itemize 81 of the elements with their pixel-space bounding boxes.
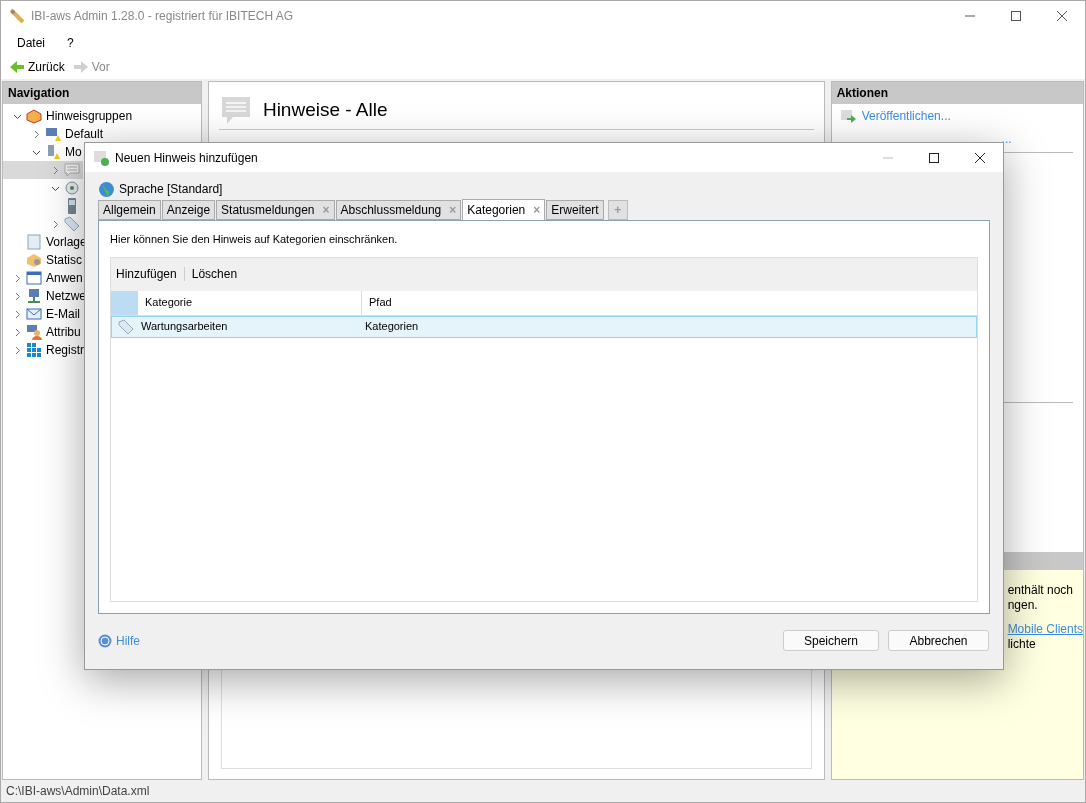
tab[interactable]: Abschlussmeldung ×	[335, 200, 462, 220]
tree-label: Anwen	[46, 270, 83, 287]
person-icon	[26, 324, 42, 340]
tree-label: Default	[65, 126, 104, 143]
column-header[interactable]: Kategorie	[138, 290, 362, 315]
monitor-warning-icon	[45, 126, 61, 142]
phone-icon	[67, 198, 77, 214]
document-icon	[26, 234, 42, 250]
maximize-icon	[1011, 11, 1021, 21]
column-header[interactable]: Pfad	[362, 290, 977, 315]
description-text: Hier können Sie den Hinweis auf Kategorien einschränken.	[110, 232, 399, 247]
box-icon	[26, 108, 42, 124]
table-cell-text: Kategorien	[364, 319, 420, 335]
info-text: lichte	[1007, 637, 1037, 652]
dialog-button[interactable]: Abbrechen	[888, 630, 989, 651]
tab[interactable]: Allgemein	[98, 200, 161, 220]
tree-item[interactable]: Anwen	[3, 269, 85, 287]
close-icon	[975, 152, 985, 163]
panel-header: Navigation	[3, 82, 201, 104]
gear-box-icon	[26, 252, 42, 268]
tree-item[interactable]: E-Mail	[3, 305, 82, 323]
tree-label: Statisc	[46, 252, 82, 269]
grid-icon	[26, 342, 42, 358]
menu-item[interactable]: ?	[67, 34, 74, 52]
maximize-icon	[929, 152, 939, 163]
language-label: Sprache [Standard]	[119, 181, 223, 198]
tree-item[interactable]: Mo	[3, 143, 84, 161]
publish-icon	[839, 107, 856, 124]
tree-label: E-Mail	[46, 306, 80, 323]
device-warning-icon	[45, 144, 61, 160]
chevron-right-icon[interactable]	[51, 219, 60, 229]
info-link[interactable]: Mobile Clients	[1007, 622, 1083, 637]
tree-label: Hinweisgruppen	[46, 108, 133, 125]
message-icon	[64, 162, 80, 178]
dialog-button[interactable]: Speichern	[783, 630, 879, 651]
back-button[interactable]: Zurück	[9, 58, 65, 76]
window-title: IBI-aws Admin 1.28.0 - registriert für IBITECH AG	[31, 8, 294, 25]
tree-item[interactable]: Hinweisgruppen	[3, 107, 135, 125]
table-cell-text: Wartungsarbeiten	[140, 319, 229, 335]
tree-item[interactable]: Default	[3, 125, 106, 143]
tree-label: Netzwe	[46, 288, 86, 305]
tree-label: Registr	[46, 342, 84, 359]
tab[interactable]: Statusmeldungen ×	[216, 200, 335, 220]
mail-icon	[26, 306, 42, 322]
app-icon	[9, 8, 25, 24]
tag-icon	[64, 216, 80, 232]
network-icon	[26, 288, 42, 304]
tab[interactable]: Anzeige	[161, 200, 216, 220]
menu-item[interactable]: Datei	[17, 34, 45, 52]
action-link[interactable]: Veröffentlichen...	[861, 106, 951, 125]
row-header-corner	[111, 290, 138, 315]
tree-label: Mo	[65, 144, 82, 161]
toolbar-button[interactable]: Löschen	[191, 265, 238, 283]
status-text: C:\IBI-aws\Admin\Data.xml	[6, 783, 150, 800]
tree-item[interactable]: Attribu	[3, 323, 83, 341]
windows-icon	[26, 270, 42, 286]
chevron-right-icon[interactable]	[51, 165, 60, 175]
note-add-icon	[93, 149, 109, 166]
gear-icon	[64, 180, 80, 196]
info-text: ngen.	[1007, 598, 1039, 613]
tree-item[interactable]: Netzwe	[3, 287, 88, 305]
tree-label: Attribu	[46, 324, 81, 341]
action-link[interactable]: ...	[1001, 129, 1012, 148]
info-text: enthält noch	[1007, 583, 1074, 598]
left-arrow-icon	[9, 60, 25, 74]
close-icon	[1057, 11, 1067, 21]
speech-bubble-icon	[220, 95, 251, 126]
right-arrow-icon	[72, 60, 89, 74]
tab[interactable]: Kategorien ×	[462, 199, 546, 221]
content-title: Hinweise - Alle	[262, 98, 388, 123]
tree-item[interactable]: Statisc	[3, 251, 84, 269]
toolbar-button[interactable]: Hinzufügen	[116, 265, 177, 283]
table-row[interactable]: Wartungsarbeiten Kategorien	[111, 315, 977, 338]
chevron-right-icon[interactable]	[32, 129, 41, 139]
help-icon	[98, 633, 112, 648]
panel-header: Aktionen	[831, 82, 1083, 104]
tag-icon	[117, 318, 134, 335]
tab[interactable]: Erweitert	[546, 200, 604, 220]
tree-item[interactable]: Registr	[3, 341, 86, 359]
dialog-title: Neuen Hinweis hinzufügen	[115, 149, 258, 167]
globe-icon	[98, 180, 115, 198]
